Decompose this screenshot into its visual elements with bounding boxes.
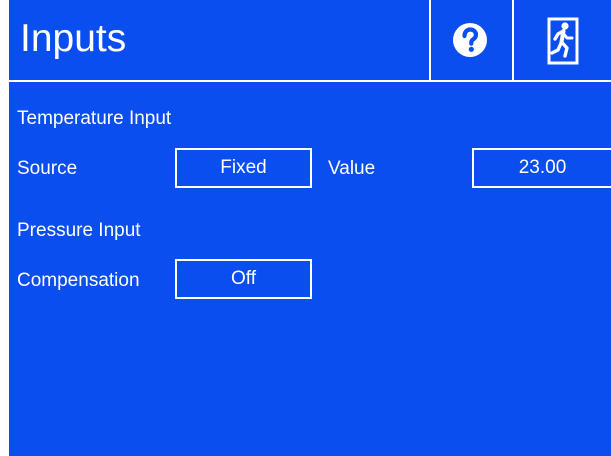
compensation-field[interactable]: Off <box>175 259 312 299</box>
compensation-label: Compensation <box>17 270 140 291</box>
exit-button[interactable] <box>512 0 611 80</box>
exit-door-icon <box>547 17 579 65</box>
help-button[interactable] <box>429 0 510 80</box>
page-title: Inputs <box>20 17 127 60</box>
inputs-screen: Inputs Temperature Input Source Fixed Va… <box>9 0 611 456</box>
source-field[interactable]: Fixed <box>175 148 312 188</box>
value-label: Value <box>328 158 376 179</box>
source-label: Source <box>17 158 78 179</box>
header-bar: Inputs <box>9 0 611 82</box>
temperature-section-label: Temperature Input <box>17 108 172 129</box>
question-circle-icon <box>453 23 487 57</box>
temperature-value-field[interactable]: 23.00 <box>472 148 611 188</box>
pressure-section-label: Pressure Input <box>17 220 141 241</box>
